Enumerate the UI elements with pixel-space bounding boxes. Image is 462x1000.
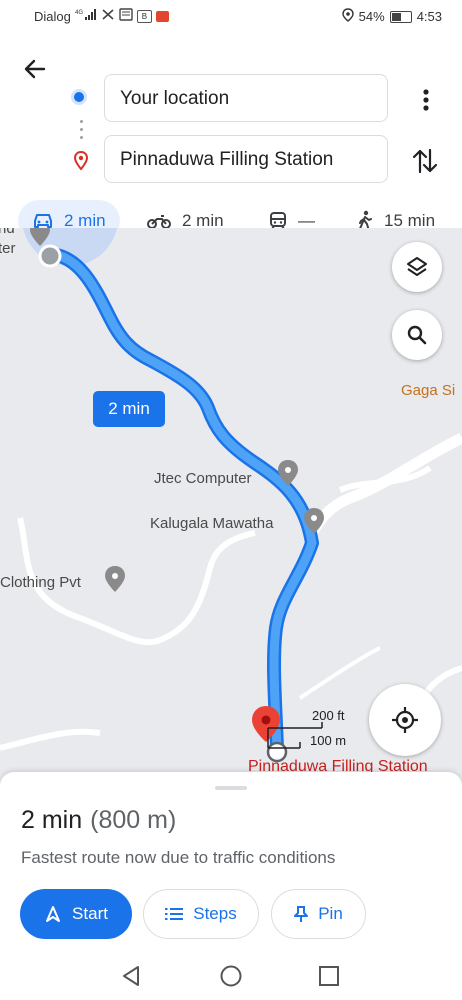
arrow-back-icon: [24, 59, 46, 79]
directions-header: Your location Pinnaduwa Filling Station …: [0, 32, 462, 242]
back-button[interactable]: [18, 54, 54, 84]
eta-time: 2 min: [21, 806, 83, 834]
layers-button[interactable]: [392, 242, 442, 292]
map-label-top-left-1: nd: [0, 228, 15, 237]
crosshair-icon: [392, 707, 418, 733]
drag-handle[interactable]: [215, 786, 247, 790]
origin-dot-icon: [74, 92, 84, 102]
nav-back-icon[interactable]: [121, 965, 141, 987]
system-nav-bar: [0, 952, 462, 1000]
my-location-button[interactable]: [369, 684, 441, 756]
eta-distance: (800 m): [90, 806, 177, 834]
status-bar: Dialog 4G B 54% 4:53: [0, 0, 462, 32]
nav-home-icon[interactable]: [219, 964, 243, 988]
start-button[interactable]: Start: [20, 889, 132, 939]
location-status-icon: [341, 8, 354, 25]
swap-button[interactable]: [410, 144, 440, 178]
signal-icon: 4G: [75, 8, 97, 25]
search-icon: [407, 325, 427, 345]
start-button-label: Start: [72, 904, 108, 923]
route-summary-sheet: 2 min (800 m) Fastest route now due to tr…: [0, 772, 462, 952]
news-icon: [119, 8, 133, 25]
scale-imperial: 200 ft: [312, 708, 345, 723]
more-vert-icon: [423, 89, 429, 111]
b-app-icon: B: [136, 10, 152, 23]
route-time-badge[interactable]: 2 min: [93, 391, 165, 427]
battery-percent: 54%: [358, 9, 385, 24]
map-view[interactable]: nd ter Gaga Si Jtec Computer Kalugala Ma…: [0, 228, 462, 788]
pushpin-icon: [294, 906, 309, 922]
route-dots-icon: [80, 120, 83, 142]
list-icon: [165, 908, 184, 920]
notification-icon: [101, 8, 115, 25]
map-label-top-left-2: ter: [0, 240, 16, 257]
map-label-kalugala[interactable]: Kalugala Mawatha: [150, 515, 273, 532]
map-label-gaga[interactable]: Gaga Si: [401, 382, 455, 399]
swap-vert-icon: [412, 148, 438, 174]
map-label-jtec[interactable]: Jtec Computer: [154, 470, 252, 487]
destination-field[interactable]: Pinnaduwa Filling Station: [104, 135, 388, 183]
map-label-clothing[interactable]: Clothing Pvt: [0, 574, 81, 591]
steps-button-label: Steps: [193, 904, 237, 923]
route-reason: Fastest route now due to traffic conditi…: [21, 848, 336, 867]
carrier-label: Dialog: [34, 9, 71, 24]
mail-icon: [155, 11, 169, 22]
pin-button[interactable]: Pin: [271, 889, 366, 939]
steps-button[interactable]: Steps: [143, 889, 259, 939]
navigation-arrow-icon: [46, 906, 61, 922]
search-along-route-button[interactable]: [392, 310, 442, 360]
more-options-button[interactable]: [414, 86, 438, 114]
pin-button-label: Pin: [318, 904, 343, 923]
nav-recents-icon[interactable]: [318, 965, 340, 987]
battery-icon: [389, 10, 412, 23]
origin-field[interactable]: Your location: [104, 74, 388, 122]
destination-pin-icon: [72, 150, 90, 177]
scale-metric: 100 m: [310, 733, 347, 748]
svg-text:4G: 4G: [75, 10, 83, 16]
clock: 4:53: [416, 9, 442, 24]
eta-summary: 2 min (800 m): [21, 806, 176, 835]
layers-icon: [407, 257, 427, 276]
